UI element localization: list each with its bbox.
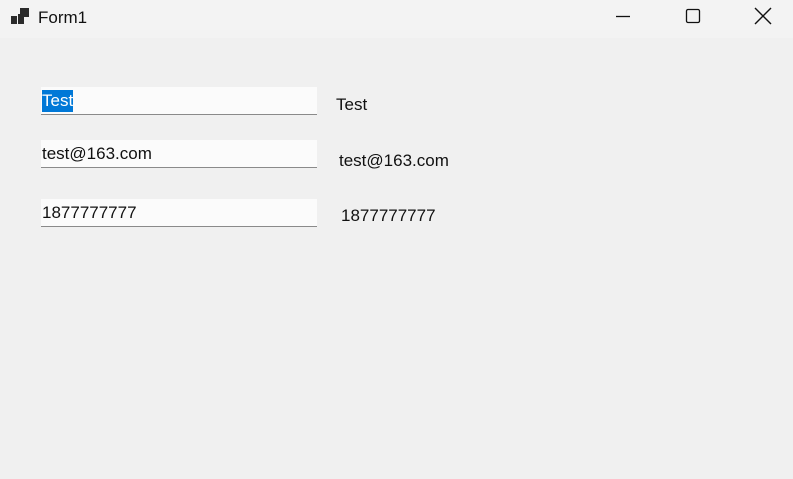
textbox-email-value: test@163.com: [42, 144, 152, 163]
label-name: Test: [336, 95, 368, 114]
textbox-phone[interactable]: 1877777777: [41, 199, 317, 227]
window-title: Form1: [38, 8, 88, 27]
close-button[interactable]: [728, 0, 793, 36]
app-icon: [11, 8, 30, 26]
textbox-phone-value: 1877777777: [42, 203, 137, 222]
form1-window: Form1 Test test@163.com 1877777777 Test …: [0, 0, 793, 479]
close-icon: [754, 7, 772, 30]
textbox-email[interactable]: test@163.com: [41, 140, 317, 168]
minimize-icon: [615, 8, 631, 29]
minimize-button[interactable]: [588, 0, 658, 36]
maximize-icon: [685, 8, 701, 29]
maximize-button[interactable]: [658, 0, 728, 36]
textbox-name[interactable]: Test: [41, 87, 317, 115]
label-phone: 1877777777: [341, 206, 436, 225]
textbox-name-value: Test: [42, 90, 74, 112]
label-email: test@163.com: [339, 151, 449, 170]
title-bar[interactable]: Form1: [0, 0, 793, 38]
form-client-area: Test test@163.com 1877777777 Test test@1…: [0, 38, 793, 479]
